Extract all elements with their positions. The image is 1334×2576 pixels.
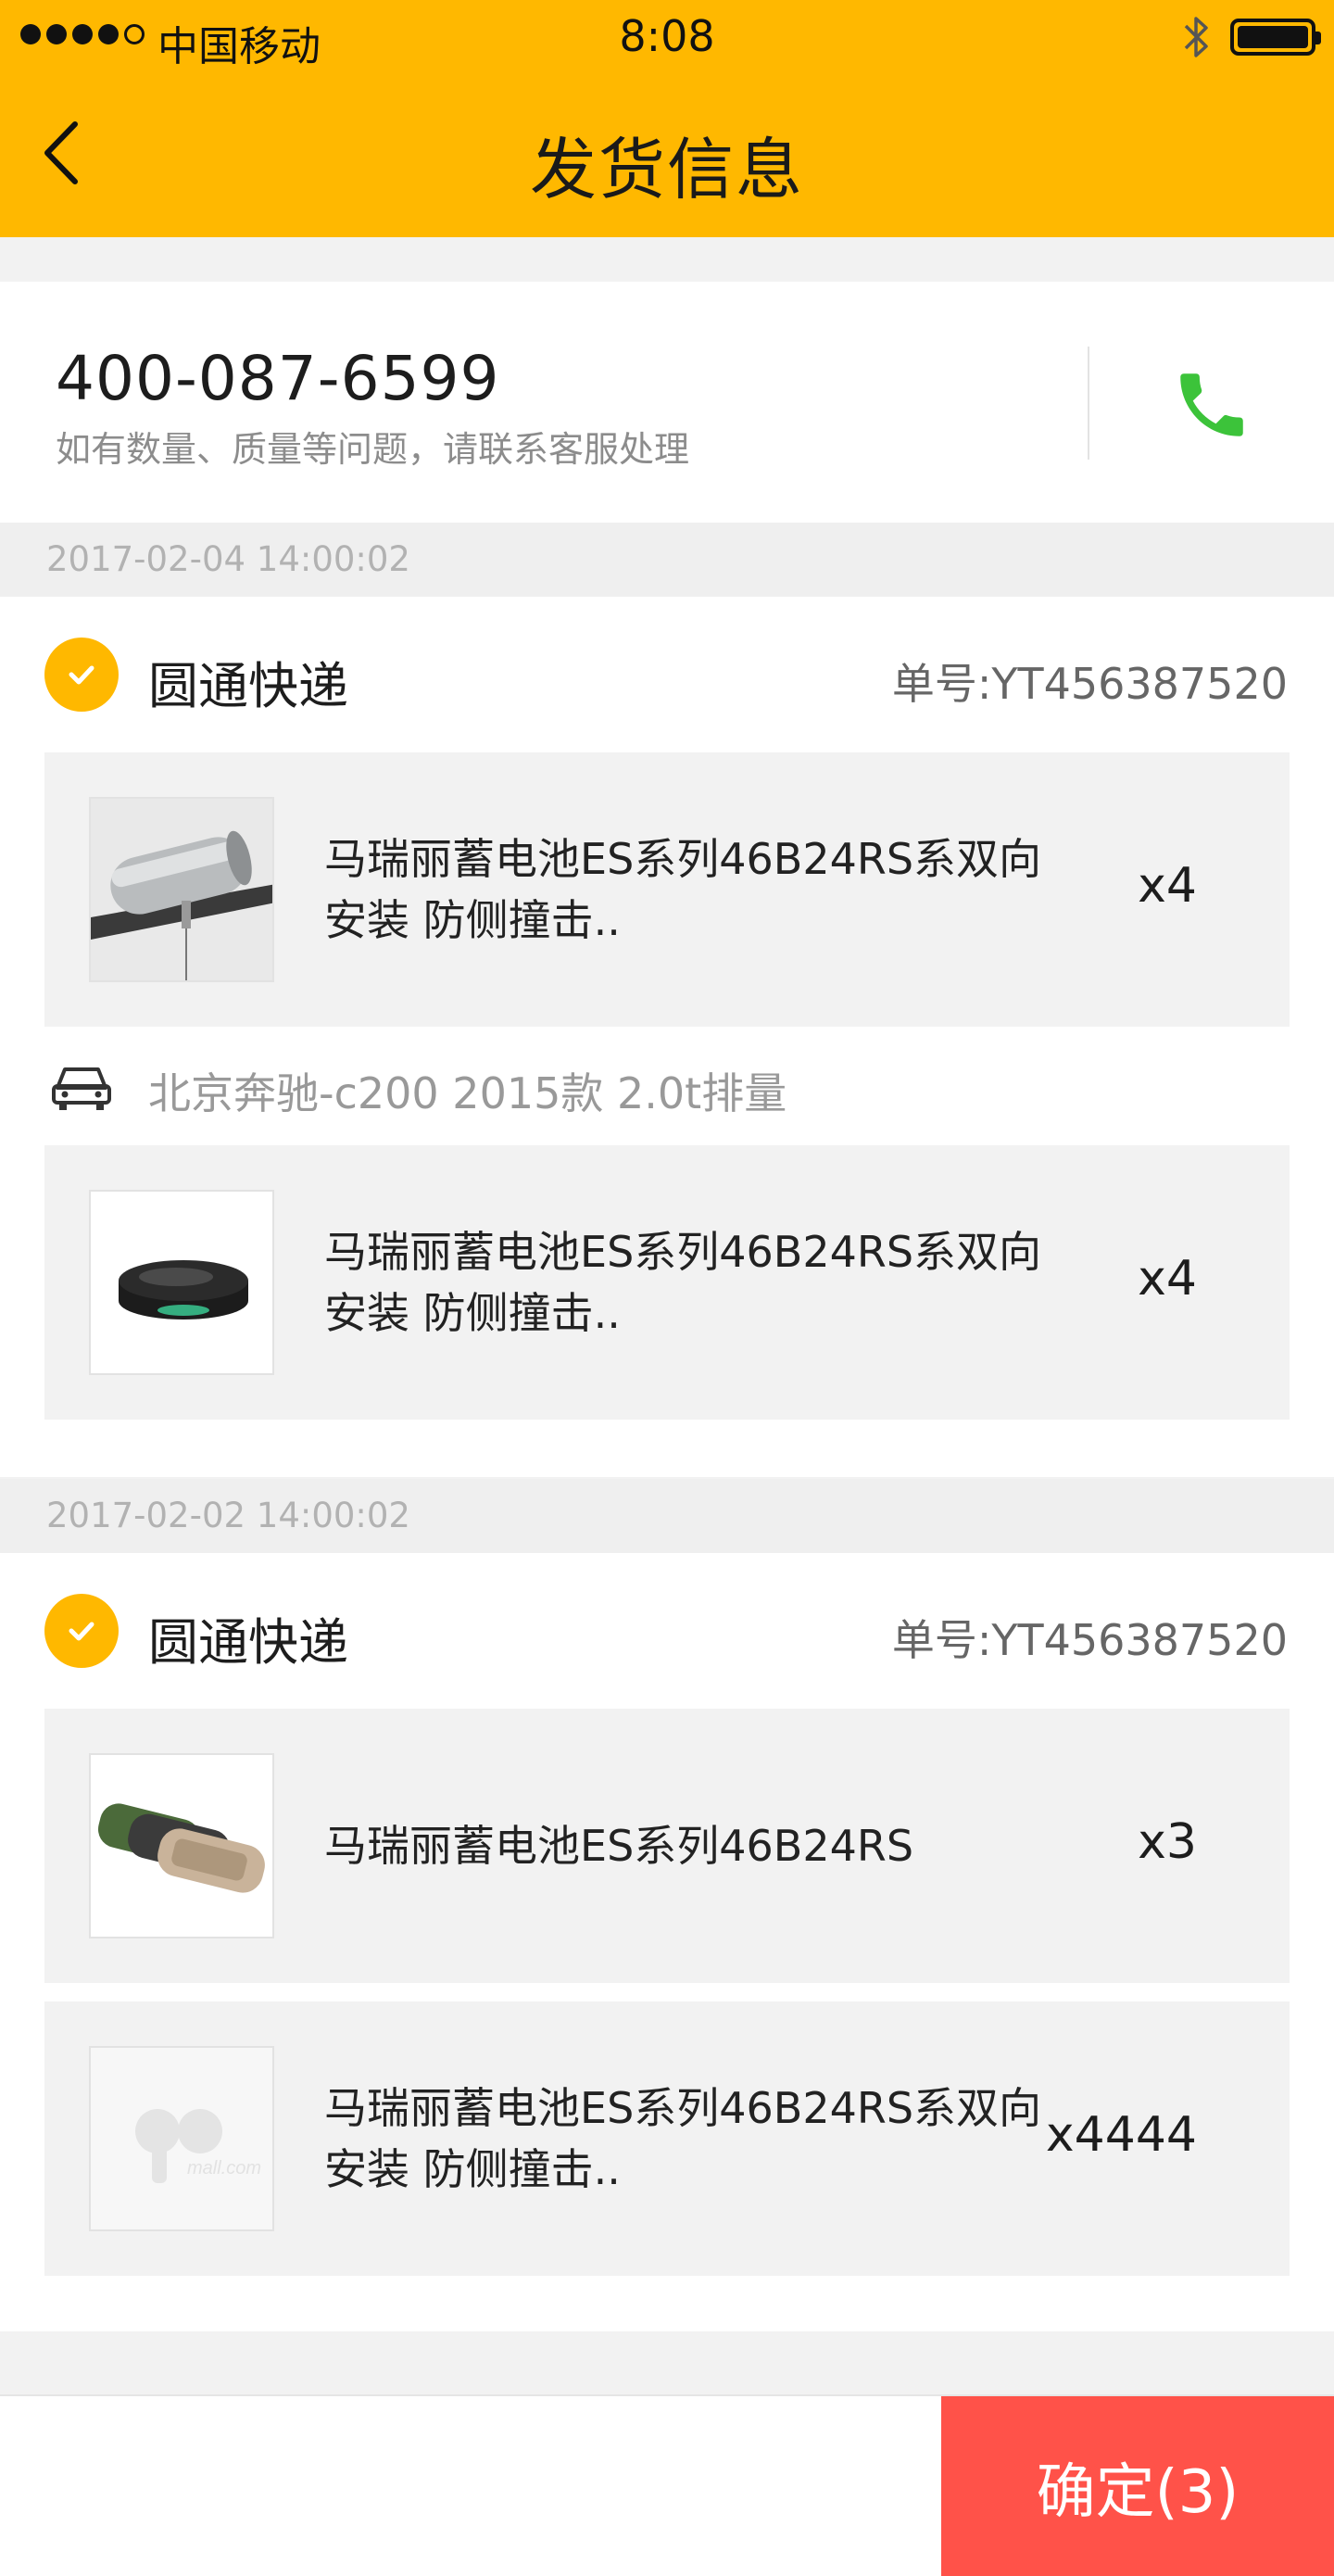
shipment-date: 2017-02-04 14:00:02 (0, 523, 1334, 597)
product-quantity: x4 (1138, 1251, 1197, 1307)
product-quantity: x4444 (1045, 2107, 1197, 2163)
speaker-product-image (89, 1753, 274, 1938)
tracking-number: 单号:YT456387520 (891, 659, 1288, 709)
vehicle-model: 北京奔驰-c200 2015款 2.0t排量 (148, 1068, 787, 1118)
status-bar: 中国移动 8:08 (0, 0, 1334, 74)
confirm-button[interactable]: 确定(3) (941, 2396, 1334, 2576)
product-quantity: x3 (1138, 1814, 1197, 1870)
product-item[interactable]: mall.com 马瑞丽蓄电池ES系列46B24RS系双向安装 防侧撞击.. x… (44, 2001, 1290, 2276)
shipment-group: 圆通快递 单号:YT456387520 马瑞丽蓄电池ES系列46B24RS系双向… (0, 597, 1334, 1477)
svg-text:mall.com: mall.com (187, 2158, 261, 2178)
page-title: 发货信息 (529, 131, 804, 208)
bluetooth-icon (1184, 17, 1208, 57)
vehicle-info: 北京奔驰-c200 2015款 2.0t排量 (0, 1027, 1334, 1145)
product-name: 马瑞丽蓄电池ES系列46B24RS系双向安装 防侧撞击.. (324, 834, 1042, 945)
phone-icon (1180, 373, 1243, 436)
product-item[interactable]: 马瑞丽蓄电池ES系列46B24RS x3 (44, 1709, 1290, 1983)
service-phone-number: 400-087-6599 (56, 343, 500, 414)
status-time: 8:08 (619, 11, 715, 61)
camera-product-image (89, 797, 274, 982)
carrier-label: 圆通快递 (148, 1613, 348, 1672)
bottom-action-bar: 确定(3) (0, 2394, 1334, 2576)
app-header: 中国移动 8:08 发货信息 (0, 0, 1334, 237)
divider (1088, 347, 1089, 460)
customer-service-card: 400-087-6599 如有数量、质量等问题，请联系客服处理 (0, 282, 1334, 523)
check-icon[interactable] (44, 638, 119, 712)
shipment-group: 圆通快递 单号:YT456387520 马瑞丽蓄电池ES系列46B24RS x3 (0, 1553, 1334, 2331)
carrier-label: 圆通快递 (148, 657, 348, 715)
router-product-image (89, 1190, 274, 1375)
product-item[interactable]: 马瑞丽蓄电池ES系列46B24RS系双向安装 防侧撞击.. x4 (44, 752, 1290, 1027)
check-icon[interactable] (44, 1594, 119, 1668)
shipment-date: 2017-02-02 14:00:02 (0, 1479, 1334, 1553)
tracking-number: 单号:YT456387520 (891, 1615, 1288, 1665)
product-name: 马瑞丽蓄电池ES系列46B24RS系双向安装 防侧撞击.. (324, 1227, 1042, 1338)
product-item[interactable]: 马瑞丽蓄电池ES系列46B24RS系双向安装 防侧撞击.. x4 (44, 1145, 1290, 1420)
carrier-row: 圆通快递 单号:YT456387520 (0, 1553, 1334, 1709)
product-name: 马瑞丽蓄电池ES系列46B24RS系双向安装 防侧撞击.. (324, 2083, 1042, 2194)
product-name: 马瑞丽蓄电池ES系列46B24RS (324, 1821, 914, 1871)
carrier-row: 圆通快递 单号:YT456387520 (0, 597, 1334, 752)
placeholder-logo-image: mall.com (89, 2046, 274, 2231)
call-button[interactable] (1156, 354, 1267, 456)
car-icon (52, 1067, 111, 1110)
battery-icon (1230, 19, 1321, 56)
service-hint: 如有数量、质量等问题，请联系客服处理 (56, 429, 690, 470)
product-quantity: x4 (1138, 858, 1197, 914)
